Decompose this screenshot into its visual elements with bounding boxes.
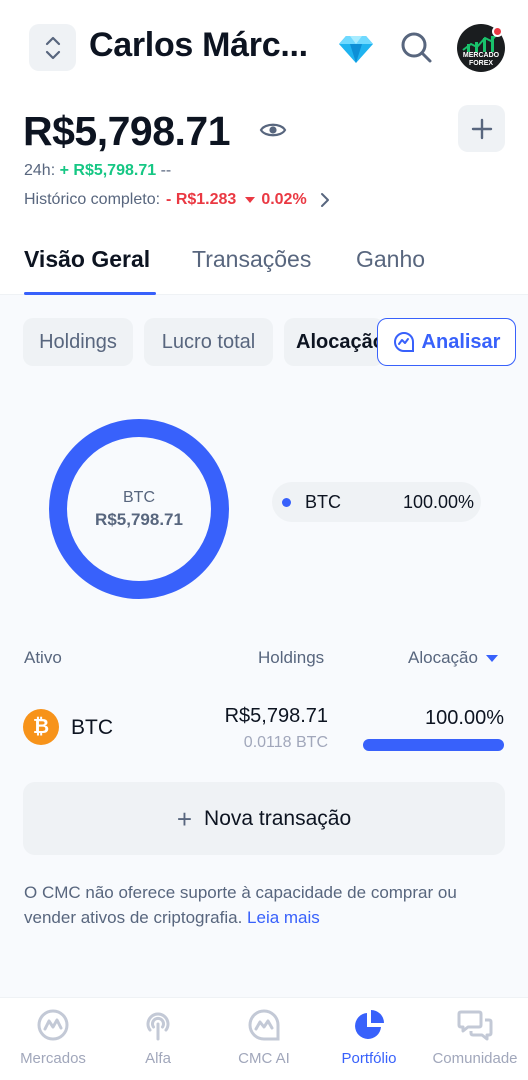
- nav-alfa[interactable]: Alfa: [105, 1008, 211, 1067]
- read-more-link[interactable]: Leia mais: [247, 908, 320, 927]
- bitcoin-icon: ₿: [23, 709, 59, 745]
- history-value: - R$1.283: [166, 191, 237, 208]
- nav-comunidade[interactable]: Comunidade: [422, 1008, 528, 1067]
- donut-slice-btc: [49, 419, 229, 599]
- chevron-right-icon: [320, 193, 329, 207]
- chip-lucro-total[interactable]: Lucro total: [144, 318, 273, 366]
- change-24h-label: 24h:: [24, 162, 56, 179]
- new-transaction-label: Nova transação: [204, 806, 352, 830]
- analisar-button[interactable]: Analisar: [377, 318, 516, 366]
- nav-label: Portfólio: [341, 1050, 397, 1067]
- sort-down-icon: [485, 655, 498, 663]
- asset-allocation-pct: 100.00%: [425, 707, 504, 729]
- column-header-ativo[interactable]: Ativo: [24, 648, 62, 668]
- nav-cmc-ai[interactable]: CMC AI: [211, 1008, 317, 1067]
- change-24h-row: 24h: + R$5,798.71 --: [24, 162, 171, 180]
- column-header-alocacao-label: Alocação: [408, 648, 478, 667]
- allocation-bar-fill: [363, 739, 504, 751]
- diamond-icon[interactable]: [338, 34, 374, 69]
- tab-visao-geral[interactable]: Visão Geral: [24, 246, 150, 273]
- disclaimer-text: O CMC não oferece suporte à capacidade d…: [24, 883, 457, 927]
- triangle-down-icon: [245, 197, 256, 203]
- chevron-up-down-icon: [45, 36, 60, 59]
- eye-icon[interactable]: [259, 120, 287, 145]
- plus-icon: +: [176, 803, 193, 834]
- asset-name[interactable]: BTC: [71, 716, 113, 740]
- column-header-alocacao[interactable]: Alocação: [408, 648, 498, 668]
- bottom-navigation: Mercados Alfa CMC AI Portfólio Comunidad…: [0, 997, 528, 1080]
- avatar-text-line1: MERCADO: [462, 52, 500, 59]
- nav-portfolio[interactable]: Portfólio: [316, 1008, 422, 1067]
- plus-icon: [471, 118, 492, 139]
- history-pct: 0.02%: [261, 191, 307, 208]
- portfolio-balance: R$5,798.71: [23, 108, 231, 154]
- donut-center-asset: BTC: [123, 489, 155, 506]
- tab-transacoes[interactable]: Transações: [192, 246, 311, 273]
- nav-label: CMC AI: [238, 1050, 290, 1067]
- nav-label: Comunidade: [432, 1050, 518, 1067]
- avatar-text-line2: FOREX: [468, 60, 494, 67]
- portfolio-switcher-button[interactable]: [29, 24, 76, 71]
- legend-pct: 100.00%: [402, 491, 474, 512]
- nav-label: Mercados: [20, 1050, 86, 1067]
- chip-holdings[interactable]: Holdings: [23, 318, 133, 366]
- legend-dot: [282, 497, 291, 507]
- legend-item-btc[interactable]: BTC 100.00%: [272, 482, 481, 522]
- disclaimer: O CMC não oferece suporte à capacidade d…: [24, 880, 509, 930]
- broadcast-icon: [146, 1012, 170, 1041]
- chat-bubbles-icon: [457, 1010, 493, 1041]
- search-icon[interactable]: [399, 30, 433, 69]
- tab-ganho[interactable]: Ganho: [356, 246, 425, 273]
- legend-name: BTC: [305, 491, 341, 512]
- cmc-logo-icon: [37, 1009, 69, 1041]
- history-row[interactable]: Histórico completo: - R$1.283 0.02%: [24, 191, 331, 209]
- chip-alocacao[interactable]: Alocação: [284, 318, 384, 366]
- analisar-label: Analisar: [421, 330, 501, 353]
- history-label: Histórico completo:: [24, 191, 161, 208]
- cmc-ai-icon: [248, 1009, 280, 1041]
- asset-holdings-value: R$5,798.71: [224, 705, 328, 727]
- change-24h-pct: --: [160, 162, 172, 179]
- nav-label: Alfa: [145, 1050, 171, 1067]
- asset-holdings-amount: 0.0118 BTC: [243, 734, 328, 751]
- notification-dot: [492, 26, 503, 37]
- add-portfolio-button[interactable]: [458, 105, 505, 152]
- pie-chart-icon: [355, 1010, 384, 1039]
- new-transaction-button[interactable]: + Nova transação: [23, 782, 505, 855]
- change-24h-value: + R$5,798.71: [59, 162, 157, 179]
- nav-mercados[interactable]: Mercados: [0, 1008, 106, 1067]
- cmc-ai-icon: [393, 331, 414, 352]
- donut-center-value: R$5,798.71: [95, 510, 183, 529]
- portfolio-title[interactable]: Carlos Márc...: [89, 26, 308, 65]
- column-header-holdings[interactable]: Holdings: [258, 648, 324, 668]
- allocation-donut-chart: [49, 419, 229, 599]
